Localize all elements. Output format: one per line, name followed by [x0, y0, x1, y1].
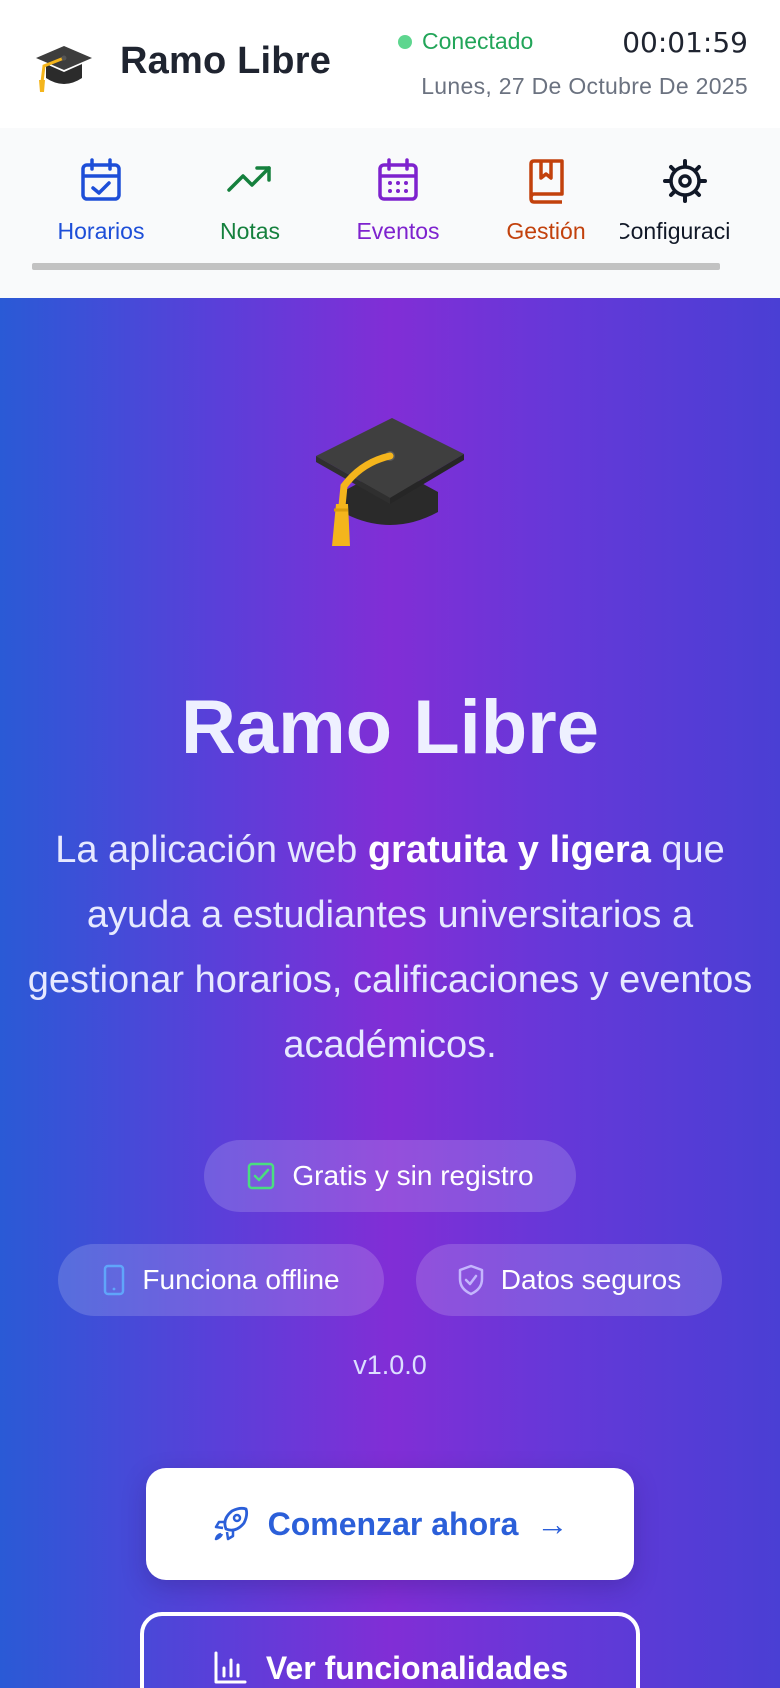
- start-now-label: Comenzar ahora: [267, 1505, 519, 1542]
- badge-seguros-label: Datos seguros: [500, 1264, 682, 1295]
- graduation-cap-icon: [36, 46, 92, 92]
- nav-item-horarios[interactable]: Horarios: [26, 158, 176, 245]
- see-features-button[interactable]: Ver funcionalidades: [140, 1612, 640, 1688]
- arrow-right-icon: →: [536, 1505, 569, 1542]
- hero-desc-prefix: La aplicación web: [55, 829, 368, 871]
- status-label: Conectado: [422, 28, 534, 54]
- badge-gratis: Gratis y sin registro: [204, 1140, 576, 1212]
- graduation-cap-icon: [316, 418, 464, 546]
- app-title: Ramo Libre: [120, 40, 332, 82]
- status-dot-icon: [398, 34, 412, 49]
- hero-description: La aplicación web gratuita y ligera que …: [20, 818, 760, 1078]
- calendar-grid-icon: [378, 158, 418, 201]
- app-version: v1.0.0: [353, 1350, 427, 1380]
- connection-status: Conectado: [398, 28, 533, 55]
- nav-label-configuracion: Configuraci: [620, 218, 731, 244]
- badge-seguros: Datos seguros: [416, 1244, 722, 1316]
- nav-label-gestion: Gestión: [506, 218, 586, 244]
- hero-title: Ramo Libre: [180, 685, 600, 770]
- rocket-icon: [214, 1506, 248, 1541]
- badge-offline-label: Funciona offline: [142, 1264, 340, 1295]
- start-now-button[interactable]: Comenzar ahora →: [146, 1468, 634, 1580]
- nav-label-eventos: Eventos: [356, 218, 440, 244]
- nav-item-configuracion[interactable]: Configuraci: [620, 158, 750, 245]
- nav-item-notas[interactable]: Notas: [175, 158, 325, 245]
- gear-icon: [663, 159, 707, 203]
- main-nav: Horarios Notas Eventos Gestión Configura…: [0, 128, 780, 298]
- nav-scrollbar[interactable]: [32, 263, 720, 270]
- check-square-icon: [248, 1162, 275, 1190]
- badge-offline: Funciona offline: [58, 1244, 384, 1316]
- nav-item-eventos[interactable]: Eventos: [323, 158, 473, 245]
- smartphone-icon: [104, 1264, 125, 1296]
- trending-up-icon: [227, 166, 271, 192]
- see-features-label: Ver funcionalidades: [265, 1650, 569, 1686]
- hero-section: Ramo Libre La aplicación web gratuita y …: [0, 298, 780, 1688]
- bookmark-book-icon: [529, 159, 564, 204]
- nav-label-notas: Notas: [219, 218, 281, 244]
- nav-item-gestion[interactable]: Gestión: [471, 158, 621, 245]
- bar-chart-icon: [214, 1651, 247, 1684]
- clock: 00:01:59: [622, 26, 748, 59]
- calendar-check-icon: [81, 158, 121, 201]
- app-header: Ramo Libre Conectado 00:01:59 Lunes, 27 …: [0, 0, 780, 128]
- current-date: Lunes, 27 De Octubre De 2025: [421, 73, 748, 99]
- nav-label-horarios: Horarios: [57, 218, 145, 244]
- hero-desc-bold: gratuita y ligera: [367, 829, 651, 871]
- shield-check-icon: [458, 1264, 483, 1296]
- badge-gratis-label: Gratis y sin registro: [292, 1160, 534, 1191]
